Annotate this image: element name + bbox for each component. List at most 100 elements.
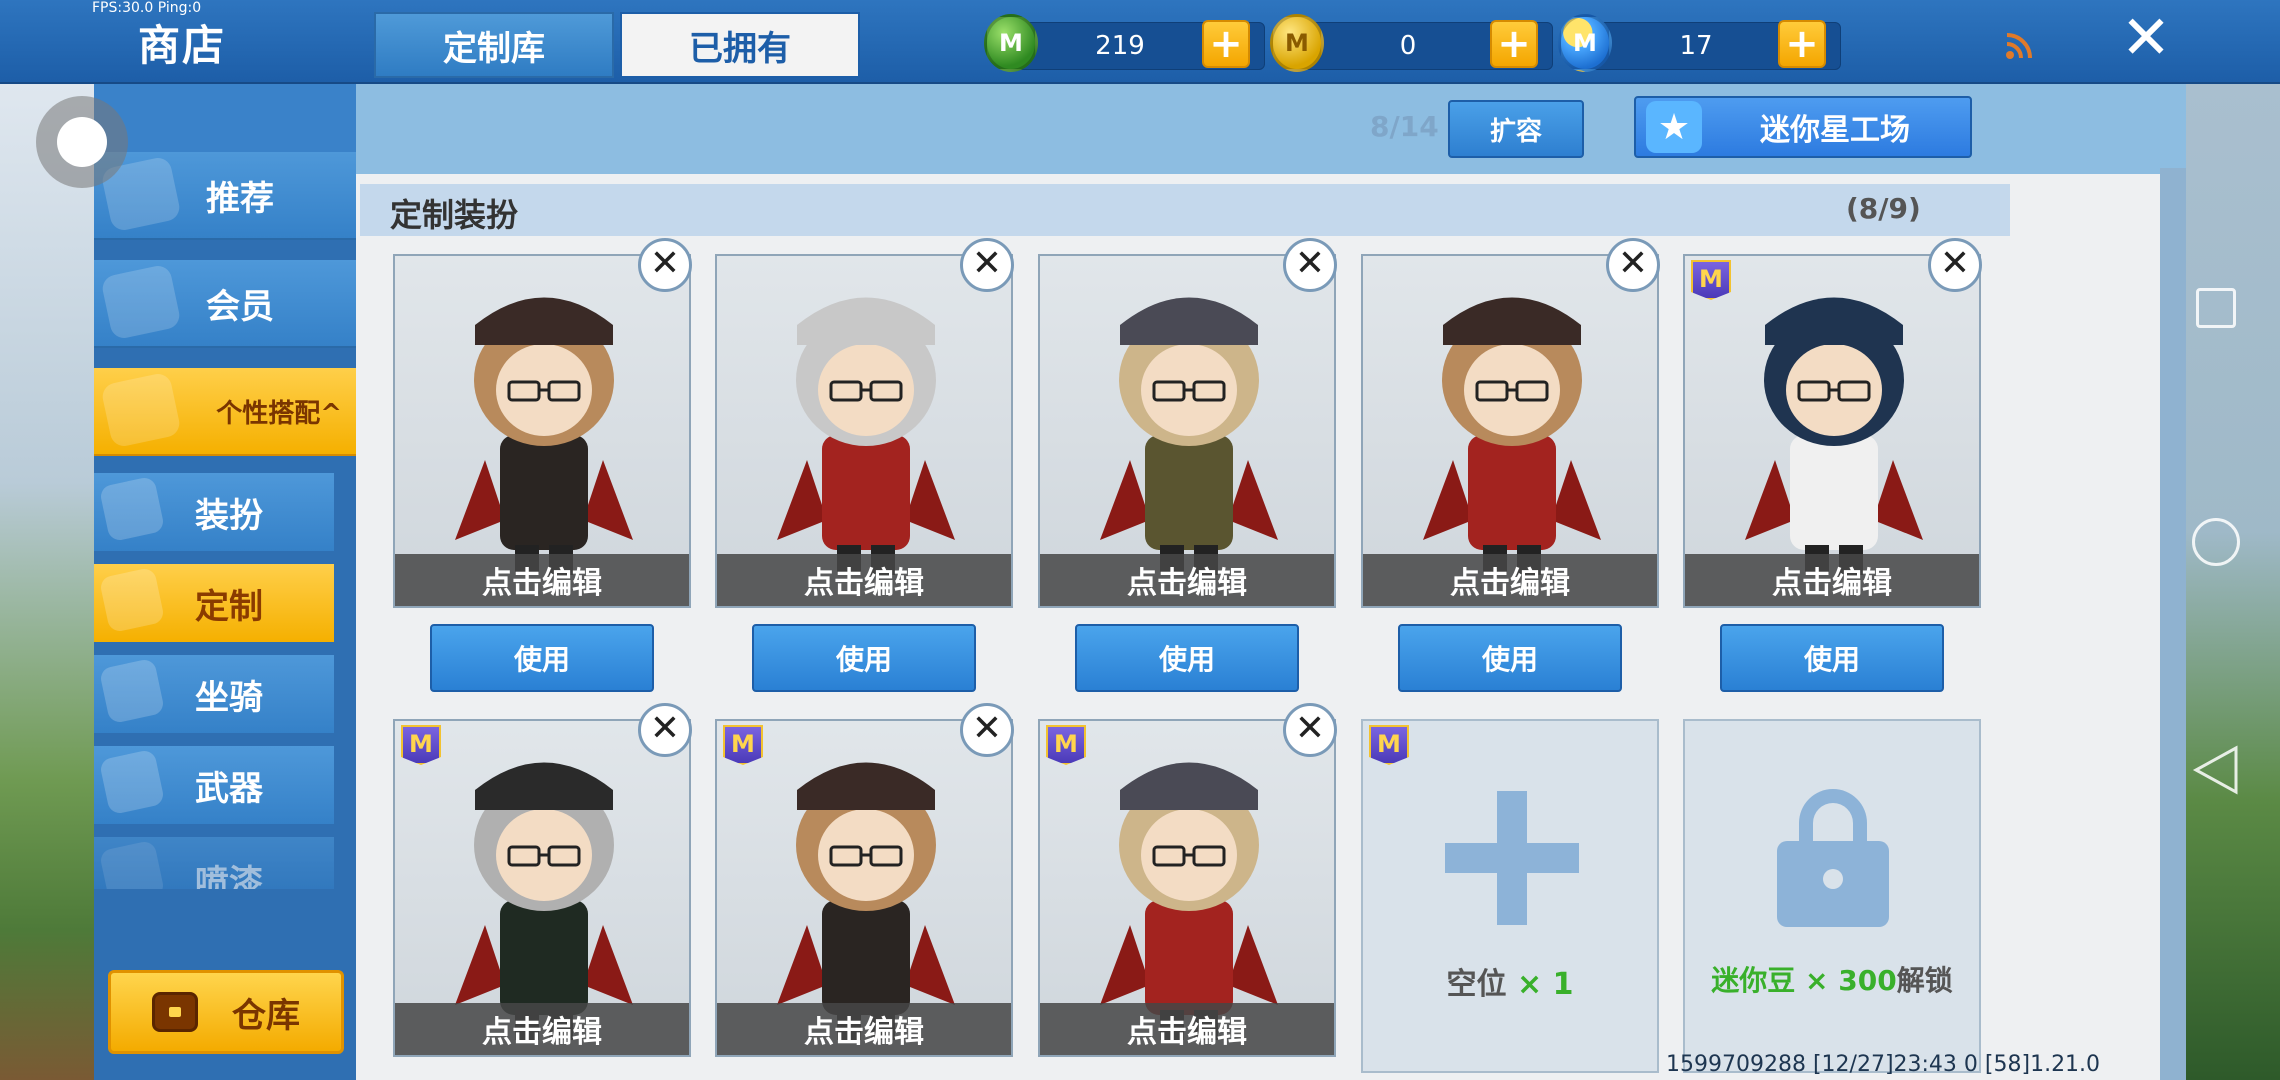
edit-outfit-label[interactable]: 点击编辑 — [717, 1003, 1011, 1055]
outfit-card[interactable]: 点击编辑 — [1038, 254, 1336, 608]
sidebar-item-label: 坐骑 — [195, 677, 263, 718]
gold-coin-icon: M — [1270, 14, 1324, 72]
back-icon[interactable] — [2190, 744, 2242, 796]
unlock-label: 迷你豆 × 300解锁 — [1685, 959, 1979, 999]
recent-apps-icon[interactable] — [2196, 288, 2236, 328]
delete-outfit-button[interactable]: ✕ — [960, 703, 1014, 757]
sidebar-item-label: 会员 — [206, 286, 274, 327]
mini-bean-icon: M — [1558, 14, 1612, 72]
vip-icon — [100, 263, 182, 341]
sidebar-subitem-weapon[interactable]: 武器 — [94, 746, 334, 824]
build-info: 1599709288 [12/27]23:43 0 [58]1.21.0 — [1666, 1052, 2101, 1077]
signal-icon — [2006, 33, 2032, 59]
avatar-figure — [1100, 762, 1278, 1040]
edit-outfit-label[interactable]: 点击编辑 — [1040, 554, 1334, 606]
delete-outfit-button[interactable]: ✕ — [1928, 238, 1982, 292]
section-header — [360, 184, 2010, 236]
delete-outfit-button[interactable]: ✕ — [638, 238, 692, 292]
outfit-card[interactable]: 点击编辑 — [393, 254, 691, 608]
sidebar-subitem-outfit[interactable]: 装扮 — [94, 473, 334, 551]
close-shop-button[interactable]: ✕ — [2118, 8, 2174, 68]
shirt-icon — [98, 475, 166, 543]
add-gems-button[interactable]: + — [1202, 20, 1250, 68]
use-outfit-button[interactable]: 使用 — [1720, 624, 1944, 692]
sidebar-subitem-custom[interactable]: 定制 — [94, 564, 334, 642]
sidebar-item-personalize[interactable]: 个性搭配^ — [94, 368, 356, 456]
trophy-icon — [100, 371, 182, 449]
home-icon[interactable] — [2192, 518, 2240, 566]
sidebar-item-label: 推荐 — [206, 178, 274, 219]
scrollbar[interactable] — [2160, 168, 2186, 1080]
outfit-card[interactable]: 点击编辑 — [715, 254, 1013, 608]
avatar-figure — [1423, 297, 1601, 575]
chest-icon — [152, 992, 198, 1032]
avatar-figure — [777, 297, 955, 575]
add-coins-button[interactable]: + — [1490, 20, 1538, 68]
use-outfit-button[interactable]: 使用 — [430, 624, 654, 692]
sidebar-subitem-spray[interactable]: 喷漆 — [94, 837, 334, 889]
outfit-card[interactable]: 点击编辑 M — [715, 719, 1013, 1057]
outfit-card[interactable]: 点击编辑 M — [393, 719, 691, 1057]
empty-slot-count: × 1 — [1506, 967, 1574, 1002]
edit-outfit-label[interactable]: 点击编辑 — [395, 1003, 689, 1055]
sidebar-item-label: 定制 — [195, 586, 263, 627]
m-badge-icon: M — [723, 725, 763, 765]
mount-icon — [98, 657, 166, 725]
sidebar-item-recommend[interactable]: 推荐 — [94, 152, 356, 240]
tab-owned[interactable]: 已拥有 — [620, 12, 860, 78]
star-icon: ★ — [1646, 101, 1702, 153]
section-count: (8/9) — [1846, 192, 1921, 225]
edit-outfit-label[interactable]: 点击编辑 — [395, 554, 689, 606]
avatar-figure — [1100, 297, 1278, 575]
green-gem-icon: M — [984, 14, 1038, 72]
gun-icon — [98, 748, 166, 816]
workshop-label: 迷你星工场 — [1760, 113, 1910, 148]
edit-outfit-label[interactable]: 点击编辑 — [1363, 554, 1657, 606]
record-button[interactable] — [36, 96, 128, 188]
use-outfit-button[interactable]: 使用 — [752, 624, 976, 692]
mini-workshop-button[interactable]: ★ 迷你星工场 — [1634, 96, 1972, 158]
empty-slot-text: 空位 — [1446, 967, 1507, 1002]
avatar-figure — [455, 297, 633, 575]
delete-outfit-button[interactable]: ✕ — [638, 703, 692, 757]
section-title: 定制装扮 — [390, 196, 519, 234]
warehouse-button[interactable]: 仓库 — [108, 970, 344, 1054]
edit-outfit-label[interactable]: 点击编辑 — [1040, 1003, 1334, 1055]
delete-outfit-button[interactable]: ✕ — [1283, 703, 1337, 757]
sidebar-item-label: 喷漆 — [195, 863, 263, 889]
unlock-cost: 迷你豆 × 300 — [1711, 964, 1897, 997]
delete-outfit-button[interactable]: ✕ — [1283, 238, 1337, 292]
tab-custom-library[interactable]: 定制库 — [374, 12, 614, 78]
edit-outfit-label[interactable]: 点击编辑 — [717, 554, 1011, 606]
capacity-count: 8/14 — [1370, 110, 1439, 143]
delete-outfit-button[interactable]: ✕ — [960, 238, 1014, 292]
use-outfit-button[interactable]: 使用 — [1398, 624, 1622, 692]
game-world-background-right — [2186, 84, 2280, 1080]
delete-outfit-button[interactable]: ✕ — [1606, 238, 1660, 292]
sidebar-subitem-mount[interactable]: 坐骑 — [94, 655, 334, 733]
avatar-figure — [777, 762, 955, 1040]
sidebar-item-label: 个性搭配^ — [216, 398, 342, 429]
pencil-icon — [98, 566, 166, 634]
plus-icon — [1445, 791, 1579, 925]
sidebar-item-vip[interactable]: 会员 — [94, 260, 356, 348]
locked-slot-card[interactable]: 迷你豆 × 300解锁 — [1683, 719, 1981, 1073]
m-badge-icon: M — [1369, 725, 1409, 765]
bean-count: 17 — [1679, 31, 1713, 61]
outfit-card[interactable]: 点击编辑 — [1361, 254, 1659, 608]
coin-count: 0 — [1399, 31, 1417, 61]
edit-outfit-label[interactable]: 点击编辑 — [1685, 554, 1979, 606]
gem-count: 219 — [1095, 31, 1145, 61]
avatar-figure — [1745, 297, 1923, 575]
avatar-figure — [455, 762, 633, 1040]
empty-slot-card[interactable]: M 空位 × 1 — [1361, 719, 1659, 1073]
empty-slot-label: 空位 × 1 — [1363, 959, 1657, 1003]
outfit-card[interactable]: 点击编辑 M — [1038, 719, 1336, 1057]
page-title: 商店 — [138, 21, 227, 70]
use-outfit-button[interactable]: 使用 — [1075, 624, 1299, 692]
outfit-card[interactable]: 点击编辑 M — [1683, 254, 1981, 608]
unlock-suffix: 解锁 — [1896, 964, 1953, 997]
add-beans-button[interactable]: + — [1778, 20, 1826, 68]
game-world-background-left — [0, 84, 100, 1080]
expand-capacity-button[interactable]: 扩容 — [1448, 100, 1584, 158]
